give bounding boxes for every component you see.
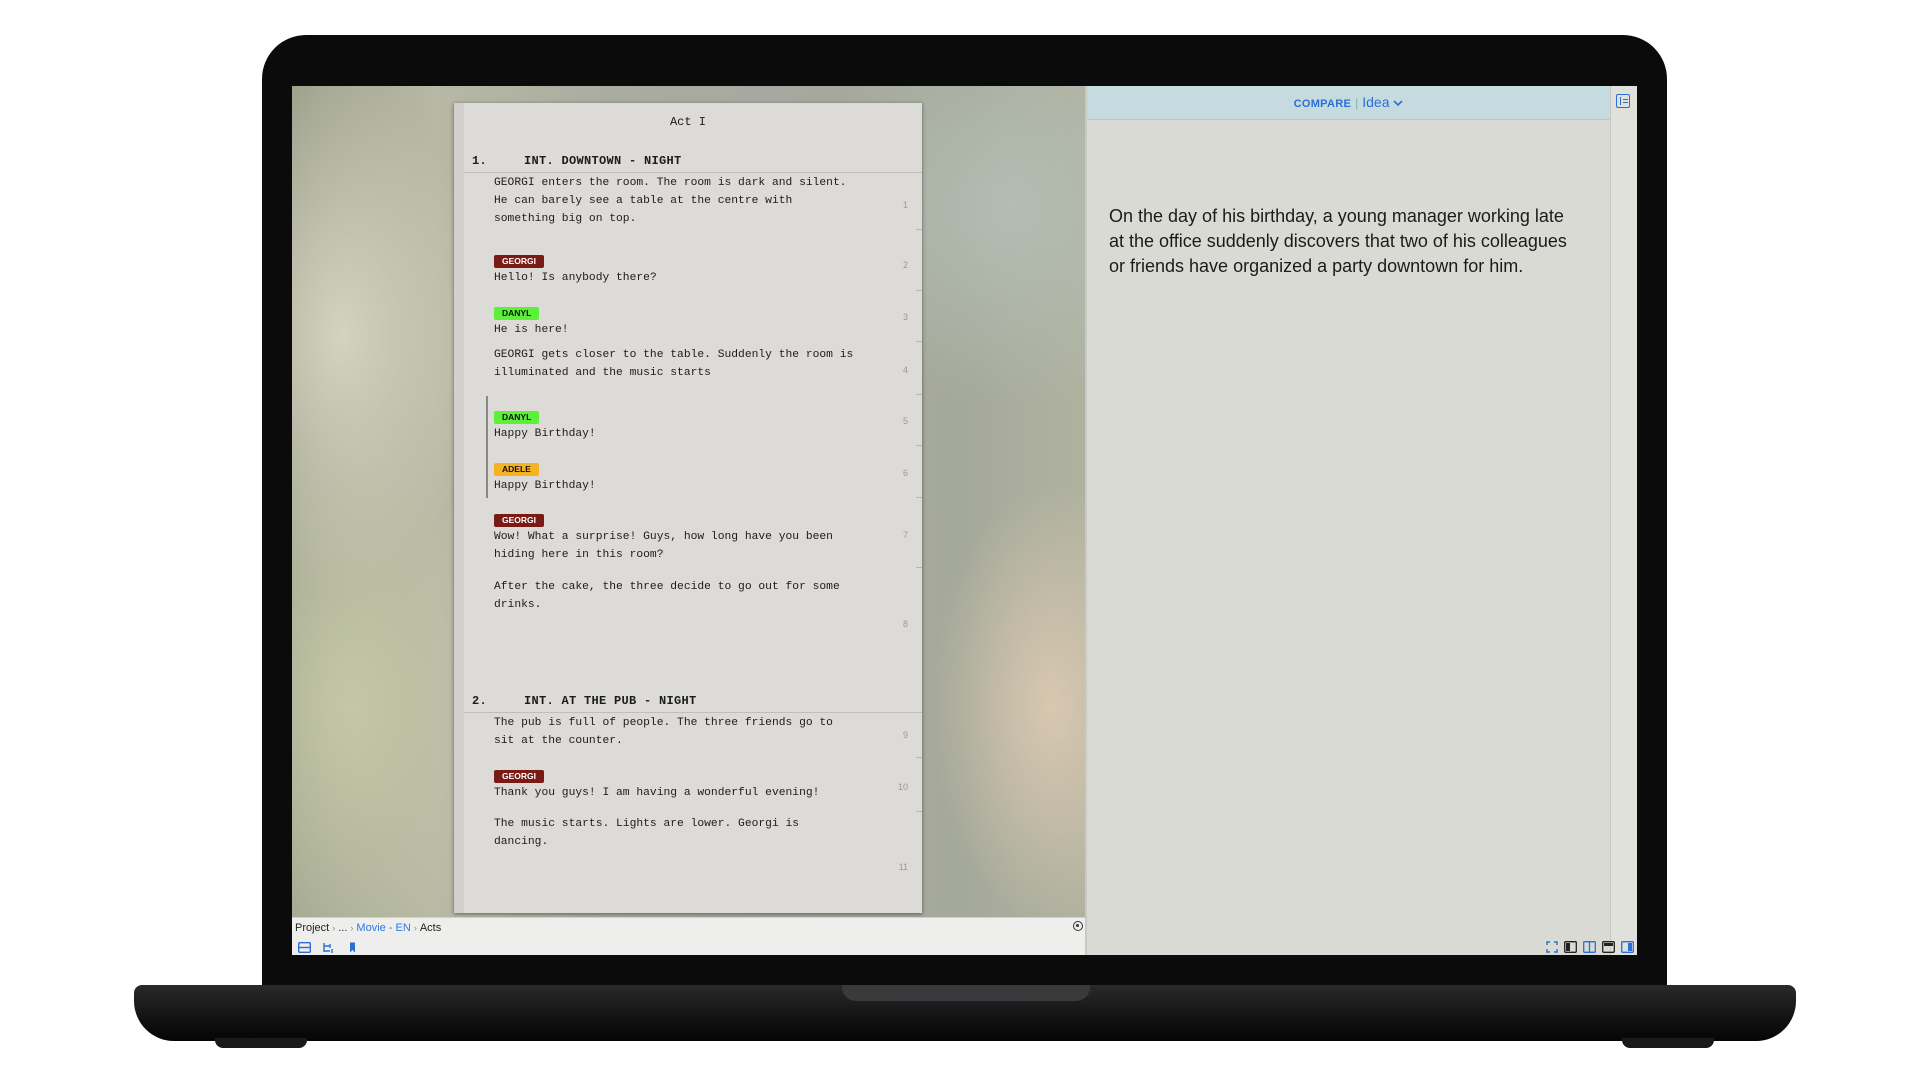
line-number: 10 — [897, 782, 908, 792]
character-tag-georgi[interactable]: GEORGI — [494, 770, 545, 783]
character-tag-adele[interactable]: ADELE — [494, 463, 539, 476]
block-separator — [916, 341, 922, 342]
expand-icon[interactable] — [1546, 941, 1558, 953]
action-line: sit at the counter. — [494, 735, 623, 747]
scene-rule — [464, 712, 922, 713]
line-number: 2 — [902, 260, 908, 270]
line-number: 1 — [902, 200, 908, 210]
action-line: dancing. — [494, 836, 549, 848]
block-separator — [916, 290, 922, 291]
dialogue-line[interactable]: Happy Birthday! — [494, 425, 854, 443]
line-number: 7 — [902, 530, 908, 540]
compare-mode-select[interactable]: Idea — [1362, 94, 1403, 110]
scene-heading[interactable]: 2. INT. AT THE PUB - NIGHT — [472, 694, 697, 708]
script-page[interactable]: Act I 1. INT. DOWNTOWN - NIGHT GEORGI ent… — [454, 103, 922, 913]
dialogue-line: Wow! What a surprise! Guys, how long hav… — [494, 531, 833, 543]
compare-pane: COMPARE | Idea On the day of his birthday,… — [1087, 86, 1637, 955]
laptop-foot-left — [215, 1038, 307, 1048]
breadcrumb-item-ellipsis[interactable]: ... — [338, 922, 347, 934]
structure-icon[interactable] — [322, 942, 335, 953]
sidebar-right-icon[interactable] — [1621, 941, 1634, 953]
dialogue-line[interactable]: Happy Birthday! — [494, 477, 854, 495]
block-separator — [916, 811, 922, 812]
chevron-down-icon — [1393, 100, 1403, 107]
compare-label: COMPARE — [1293, 98, 1352, 110]
scene-rule — [464, 172, 922, 173]
block-separator — [916, 445, 922, 446]
panel-icon[interactable] — [1616, 94, 1630, 108]
breadcrumb-item-movie[interactable]: Movie - EN — [356, 922, 410, 934]
action-line: something big on top. — [494, 213, 637, 225]
top-panel-icon[interactable] — [1602, 941, 1615, 953]
split-view-icon[interactable] — [1583, 941, 1596, 953]
action-block[interactable]: The music starts. Lights are lower. Geor… — [494, 815, 854, 851]
dialogue-line[interactable]: Thank you guys! I am having a wonderful … — [494, 784, 854, 802]
scene-number: 1. — [472, 154, 488, 168]
dialogue-block[interactable]: Wow! What a surprise! Guys, how long hav… — [494, 528, 854, 564]
block-separator — [916, 497, 922, 498]
breadcrumb: Project ›... › Movie - EN › Acts — [295, 922, 442, 934]
line-number: 6 — [902, 468, 908, 478]
layout-icon[interactable] — [298, 942, 311, 953]
line-number: 9 — [902, 730, 908, 740]
right-sidebar-strip — [1610, 86, 1637, 955]
dialogue-line[interactable]: Hello! Is anybody there? — [494, 269, 854, 287]
character-tag-danyl[interactable]: DANYL — [494, 307, 540, 320]
action-line: GEORGI enters the room. The room is dark… — [494, 177, 847, 189]
bookmark-icon[interactable] — [346, 942, 359, 953]
line-number: 11 — [898, 862, 908, 872]
app-window: Act I 1. INT. DOWNTOWN - NIGHT GEORGI ent… — [292, 86, 1637, 955]
action-line: GEORGI gets closer to the table. Suddenl… — [494, 349, 854, 361]
scene-heading[interactable]: 1. INT. DOWNTOWN - NIGHT — [472, 154, 682, 168]
line-number: 4 — [902, 365, 908, 375]
scene-number: 2. — [472, 694, 488, 708]
block-separator — [916, 757, 922, 758]
sidebar-left-icon[interactable] — [1564, 941, 1577, 953]
action-line: After the cake, the three decide to go o… — [494, 581, 840, 593]
action-line: He can barely see a table at the centre … — [494, 195, 793, 207]
page-gutter — [454, 103, 464, 913]
idea-text[interactable]: On the day of his birthday, a young mana… — [1109, 204, 1579, 279]
dual-dialogue-marker — [486, 396, 488, 498]
line-number: 8 — [902, 619, 908, 629]
laptop-notch — [842, 985, 1090, 1001]
character-tag-georgi[interactable]: GEORGI — [494, 514, 545, 527]
breadcrumb-item-acts[interactable]: Acts — [420, 922, 441, 934]
compare-bar: COMPARE | Idea — [1087, 86, 1610, 120]
action-block[interactable]: The pub is full of people. The three fri… — [494, 714, 854, 750]
breadcrumb-item-project[interactable]: Project — [295, 922, 329, 934]
character-tag-danyl[interactable]: DANYL — [494, 411, 540, 424]
scene-heading-text: INT. AT THE PUB - NIGHT — [524, 694, 697, 708]
action-block[interactable]: GEORGI gets closer to the table. Suddenl… — [494, 346, 854, 382]
line-number: 5 — [902, 416, 908, 426]
dialogue-line: hiding here in this room? — [494, 549, 664, 561]
block-separator — [916, 229, 922, 230]
action-line: drinks. — [494, 599, 542, 611]
laptop-foot-right — [1622, 1038, 1714, 1048]
editor-pane: Act I 1. INT. DOWNTOWN - NIGHT GEORGI ent… — [292, 86, 1085, 917]
line-number: 3 — [902, 312, 908, 322]
action-line: illuminated and the music starts — [494, 367, 711, 379]
compare-mode-value: Idea — [1362, 94, 1390, 110]
block-separator — [916, 567, 922, 568]
action-block[interactable]: After the cake, the three decide to go o… — [494, 578, 854, 614]
scene-heading-text: INT. DOWNTOWN - NIGHT — [524, 154, 682, 168]
action-line: The music starts. Lights are lower. Geor… — [494, 818, 800, 830]
action-block[interactable]: GEORGI enters the room. The room is dark… — [494, 174, 854, 228]
character-tag-georgi[interactable]: GEORGI — [494, 255, 545, 268]
status-bar: Project ›... › Movie - EN › Acts — [292, 917, 1085, 955]
act-title: Act I — [669, 115, 706, 129]
dialogue-line[interactable]: He is here! — [494, 321, 854, 339]
settings-icon[interactable] — [1073, 921, 1083, 931]
block-separator — [916, 394, 922, 395]
action-line: The pub is full of people. The three fri… — [494, 717, 833, 729]
